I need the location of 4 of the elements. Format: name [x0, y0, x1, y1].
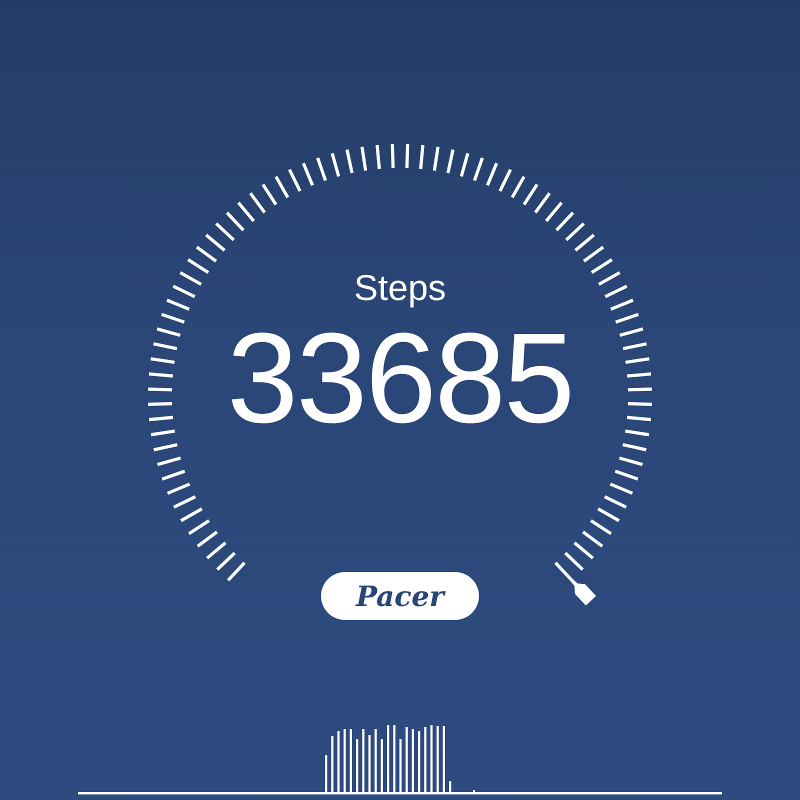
steps-label: Steps — [354, 268, 446, 308]
steps-count: 33685 — [227, 314, 573, 444]
pacer-logo: Pacer — [321, 572, 479, 620]
progress-marker — [554, 562, 596, 606]
